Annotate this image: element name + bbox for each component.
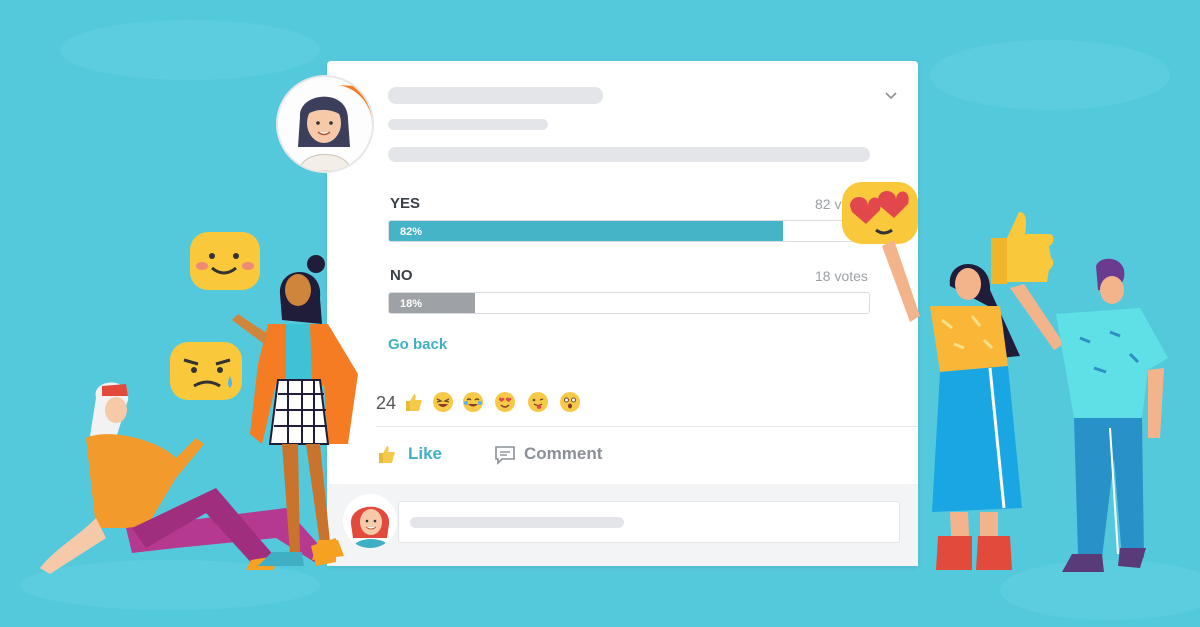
post-text-placeholder [388,147,870,162]
poll-option-votes-no: 18 votes [815,268,868,284]
standing-woman-illustration [232,255,358,566]
poll-option-label-yes: YES [390,195,421,212]
author-name-placeholder [388,87,603,104]
author-avatar[interactable] [278,77,372,171]
background-shape [60,20,320,80]
poll-option-label-no: NO [390,267,413,284]
thumbs-up-icon [379,446,395,463]
like-button[interactable]: Like [376,441,446,467]
comment-label: Comment [524,444,603,463]
reaction-count: 24 [376,393,397,413]
comment-placeholder-line [410,517,624,528]
comment-button[interactable]: Comment [494,441,614,467]
chevron-down-icon[interactable] [884,90,898,100]
comment-icon [495,446,515,465]
tongue-face-icon [528,392,548,412]
reactions-divider [376,426,918,427]
crying-laugh-face-icon [463,392,483,412]
laughing-face-icon [433,392,453,412]
poll-option-bar-yes[interactable]: 82% [388,220,870,242]
surprised-face-icon [560,392,580,412]
poll-option-bar-no[interactable]: 18% [388,292,870,314]
background-shape [930,40,1170,110]
poll-option-fill-no: 18% [389,293,476,313]
heart-eyes-face-icon [495,392,515,412]
go-back-link[interactable]: Go back [388,336,447,353]
like-label: Like [408,444,443,463]
post-meta-placeholder [388,119,548,130]
poll-option-fill-yes: 82% [389,221,783,241]
man-illustration [1010,258,1168,572]
thumbs-up-icon [406,394,422,411]
